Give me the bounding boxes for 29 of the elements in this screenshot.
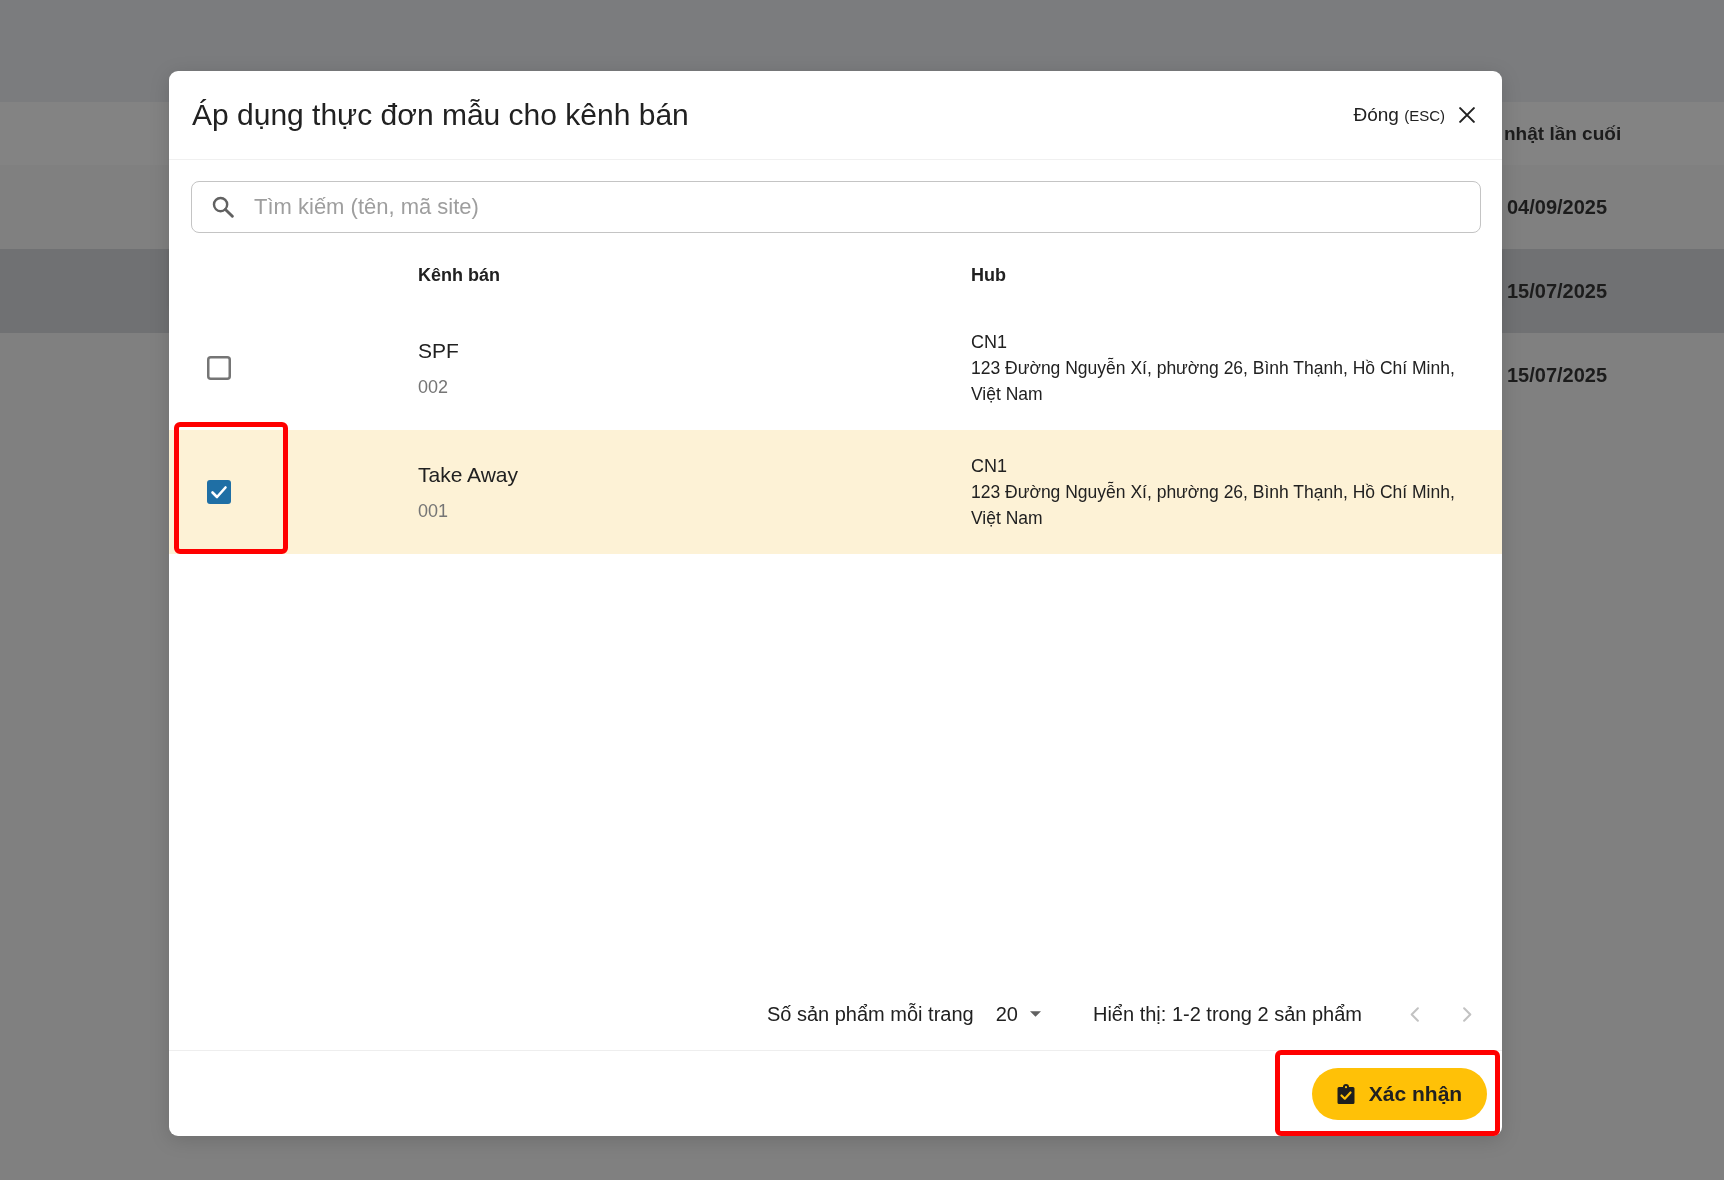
table-cell: 04/09/2025 (1507, 195, 1608, 219)
channel-name: Take Away (418, 462, 518, 487)
checkbox[interactable] (207, 356, 231, 380)
clipboard-check-icon (1336, 1083, 1355, 1104)
table-cell: 15/07/2025 (1507, 279, 1608, 303)
close-icon (1459, 107, 1475, 123)
channel-name: SPF (418, 338, 459, 363)
confirm-button[interactable]: Xác nhận (1312, 1067, 1487, 1120)
hub-name: CN1 (971, 455, 1007, 478)
column-header: Kênh bán (418, 265, 500, 286)
column-header: nhật lần cuối (1504, 122, 1622, 145)
page-size-select[interactable]: 20 (993, 998, 1043, 1030)
table-cell: 15/07/2025 (1507, 363, 1608, 387)
hub-name: CN1 (971, 331, 1007, 354)
search-field[interactable]: Tìm kiếm (tên, mã site) (191, 181, 1481, 233)
chevron-right-icon (1463, 1006, 1472, 1022)
channel-code: 001 (418, 500, 449, 522)
hub-address: 123 Đường Nguyễn Xí, phường 26, Bình Thạnh, Hồ Chí Minh, Việt Nam (971, 480, 1456, 530)
column-header: Hub (971, 265, 1006, 286)
hub-address: 123 Đường Nguyễn Xí, phường 26, Bình Thạnh, Hồ Chí Minh, Việt Nam (971, 356, 1456, 406)
search-icon (212, 196, 234, 218)
dialog-title: Áp dụng thực đơn mẫu cho kênh bán (192, 98, 689, 132)
page-size-label: Số sản phẩm mỗi trang (766, 1002, 974, 1026)
pagination-summary: Hiển thị: 1-2 trong 2 sản phẩm (1092, 1002, 1362, 1026)
caret-icon (1029, 1011, 1041, 1017)
checkbox[interactable] (207, 480, 231, 504)
channel-code: 002 (418, 376, 449, 398)
close-button[interactable]: Đóng (ESC) (1351, 100, 1477, 130)
chevron-left-icon (1410, 1006, 1419, 1022)
